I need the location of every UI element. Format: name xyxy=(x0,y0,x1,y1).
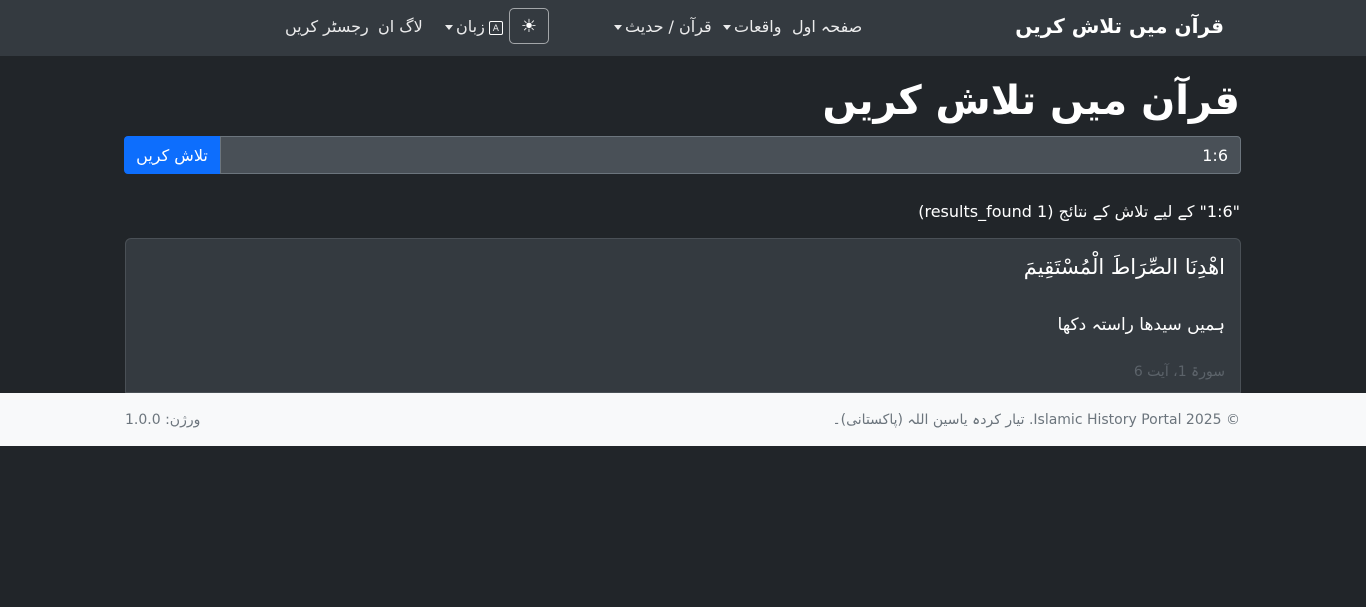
chevron-down-icon xyxy=(614,25,622,30)
nav-home-link[interactable]: صفحہ اول xyxy=(792,17,862,36)
result-card: اهْدِنَا الصِّرَاطَ الْمُسْتَقِيمَ ہمیں … xyxy=(125,238,1241,393)
footer-version: ورژن: 1.0.0 xyxy=(125,412,201,428)
nav-login-link[interactable]: لاگ ان xyxy=(378,17,423,36)
theme-toggle-button[interactable]: ☀ xyxy=(509,8,549,44)
page-title: قرآن میں تلاش کریں xyxy=(822,78,1240,124)
translate-icon: A xyxy=(488,20,503,35)
results-summary: "1:6" کے لیے تلاش کے نتائج (1 results_fo… xyxy=(918,202,1240,221)
chevron-down-icon xyxy=(445,25,453,30)
search-input[interactable] xyxy=(220,136,1241,174)
arabic-verse: اهْدِنَا الصِّرَاطَ الْمُسْتَقِيمَ xyxy=(1023,255,1225,279)
nav-events-label: واقعات xyxy=(734,17,782,36)
verse-translation: ہمیں سیدھا راستہ دکھا xyxy=(1057,315,1225,335)
nav-events-dropdown[interactable]: واقعات xyxy=(720,17,781,36)
navbar-brand[interactable]: قرآن میں تلاش کریں xyxy=(1015,14,1224,38)
nav-language-dropdown[interactable]: زبان A xyxy=(442,17,503,36)
nav-quran-hadith-label: قرآن / حدیث xyxy=(625,17,712,36)
nav-language-label: زبان xyxy=(456,17,485,36)
nav-quran-hadith-dropdown[interactable]: قرآن / حدیث xyxy=(611,17,712,36)
nav-register-link[interactable]: رجسٹر کریں xyxy=(285,17,369,36)
sun-icon: ☀ xyxy=(520,15,538,37)
footer: © 2025 Islamic History Portal. تیار کردہ… xyxy=(0,393,1366,446)
navbar: قرآن میں تلاش کریں صفحہ اول واقعات قرآن … xyxy=(0,0,1366,56)
footer-copyright: © 2025 Islamic History Portal. تیار کردہ… xyxy=(832,412,1240,428)
verse-reference: سورۃ 1، آیت 6 xyxy=(1133,364,1225,380)
search-button[interactable]: تلاش کریں xyxy=(124,136,220,174)
chevron-down-icon xyxy=(723,25,731,30)
